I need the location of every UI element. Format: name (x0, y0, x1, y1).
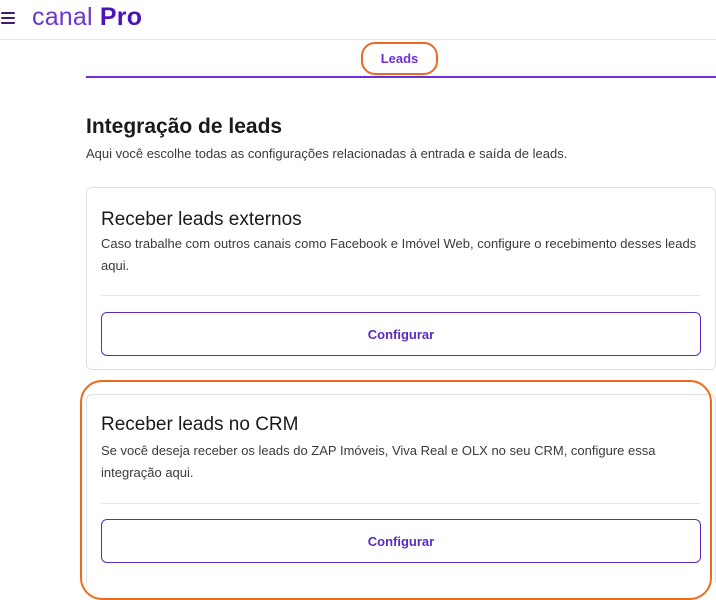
logo-text-bold: Pro (99, 3, 143, 31)
card-crm-leads: Receber leads no CRM Se você deseja rece… (86, 394, 716, 583)
tab-leads[interactable]: Leads (361, 42, 438, 75)
card-description: Se você deseja receber os leads do ZAP I… (101, 443, 656, 480)
configure-external-leads-button[interactable]: Configurar (101, 312, 701, 356)
card-divider (101, 295, 701, 296)
card-divider (101, 503, 701, 504)
card-title: Receber leads externos (101, 209, 302, 230)
tab-bar: Leads (86, 41, 716, 78)
card-external-leads: Receber leads externos Caso trabalhe com… (86, 187, 716, 370)
logo-text-light: canal (32, 3, 93, 31)
canal-pro-logo[interactable]: canal Pro (32, 0, 142, 34)
hamburger-menu-icon[interactable] (1, 11, 23, 27)
card-description: Caso trabalhe com outros canais como Fac… (101, 236, 697, 273)
card-title: Receber leads no CRM (101, 414, 299, 435)
page-subtitle: Aqui você escolhe todas as configurações… (86, 146, 568, 161)
page-title: Integração de leads (86, 115, 283, 138)
top-bar: canal Pro (0, 0, 716, 40)
configure-crm-leads-button[interactable]: Configurar (101, 519, 701, 563)
